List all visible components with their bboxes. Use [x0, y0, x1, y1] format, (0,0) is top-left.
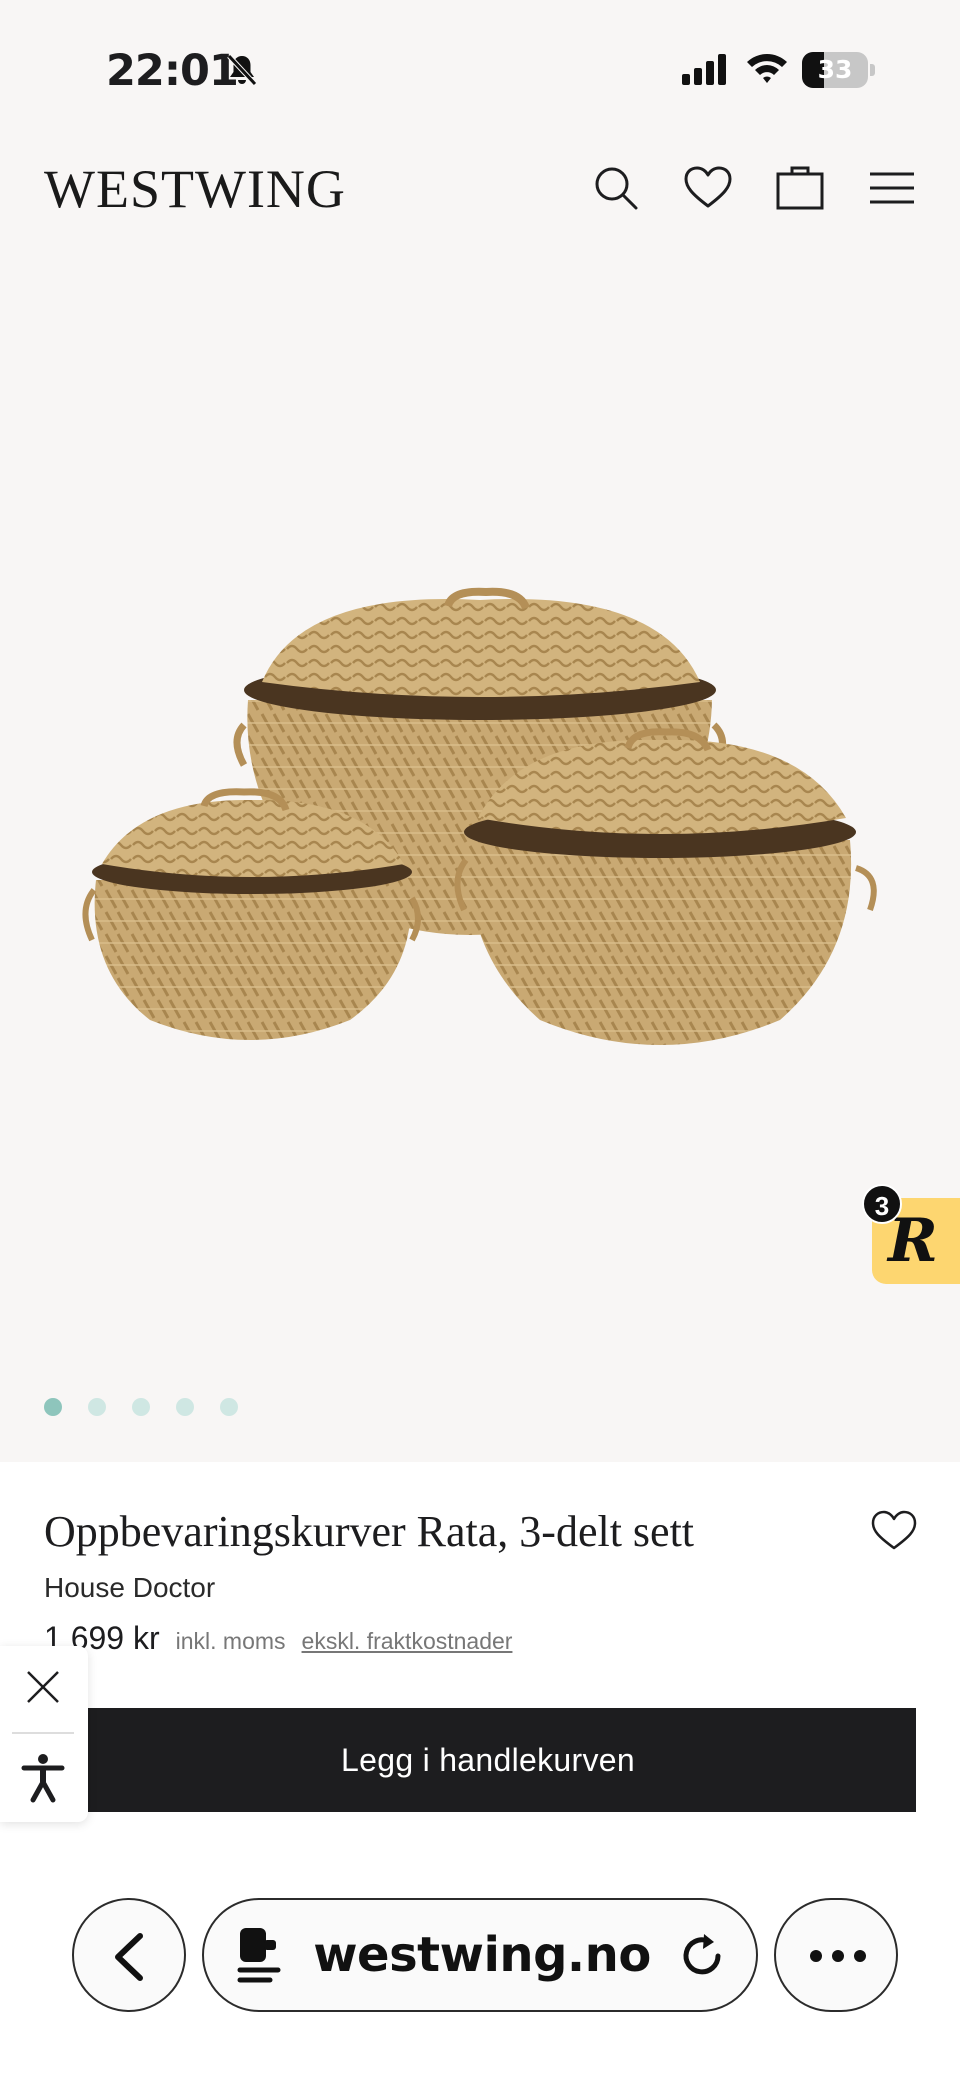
price-row: 1 699 kr inkl. moms ekskl. fraktkostnade…	[44, 1620, 512, 1657]
product-page: 22:01 33 WESTWING R 3 Oppbevaringskurver…	[0, 0, 960, 2086]
wifi-icon	[744, 50, 790, 86]
gallery-dot[interactable]	[44, 1398, 62, 1416]
shopping-bag-icon[interactable]	[774, 162, 826, 214]
battery-icon: 33	[802, 52, 876, 88]
address-bar[interactable]: westwing.no	[202, 1898, 758, 2012]
accessibility-person-icon[interactable]	[20, 1752, 66, 1804]
reviews-count-badge: 3	[862, 1184, 902, 1224]
heart-icon[interactable]	[682, 162, 734, 214]
add-to-cart-button[interactable]: Legg i handlekurven	[60, 1708, 916, 1812]
menu-icon[interactable]	[866, 162, 918, 214]
reload-icon[interactable]	[678, 1932, 726, 1980]
bell-slash-icon	[224, 52, 260, 88]
back-button[interactable]	[72, 1898, 186, 2012]
more-icon	[810, 1950, 866, 1962]
status-bar: 22:01 33	[0, 0, 960, 140]
westwing-logo[interactable]: WESTWING	[44, 158, 346, 220]
cellular-signal-icon	[680, 52, 730, 86]
shipping-link[interactable]: ekskl. fraktkostnader	[302, 1628, 513, 1655]
gallery-dot[interactable]	[88, 1398, 106, 1416]
gallery-dots[interactable]	[44, 1398, 238, 1416]
product-brand[interactable]: House Doctor	[44, 1572, 215, 1604]
search-icon[interactable]	[590, 162, 642, 214]
basket-set-image	[82, 587, 877, 1045]
status-time: 22:01	[106, 46, 239, 96]
product-title: Oppbevaringskurver Rata, 3-delt sett	[44, 1507, 695, 1556]
gallery-dot[interactable]	[176, 1398, 194, 1416]
back-icon	[115, 1933, 143, 1981]
accessibility-widget	[0, 1646, 88, 1822]
battery-level: 33	[817, 55, 853, 84]
wishlist-heart-icon[interactable]	[870, 1508, 918, 1552]
vat-note: inkl. moms	[175, 1628, 286, 1654]
product-image-gallery[interactable]	[0, 250, 960, 1460]
gallery-dot[interactable]	[132, 1398, 150, 1416]
gallery-dot[interactable]	[220, 1398, 238, 1416]
close-icon[interactable]	[22, 1666, 64, 1708]
more-button[interactable]	[774, 1898, 898, 2012]
reader-icon[interactable]	[234, 1926, 290, 1986]
